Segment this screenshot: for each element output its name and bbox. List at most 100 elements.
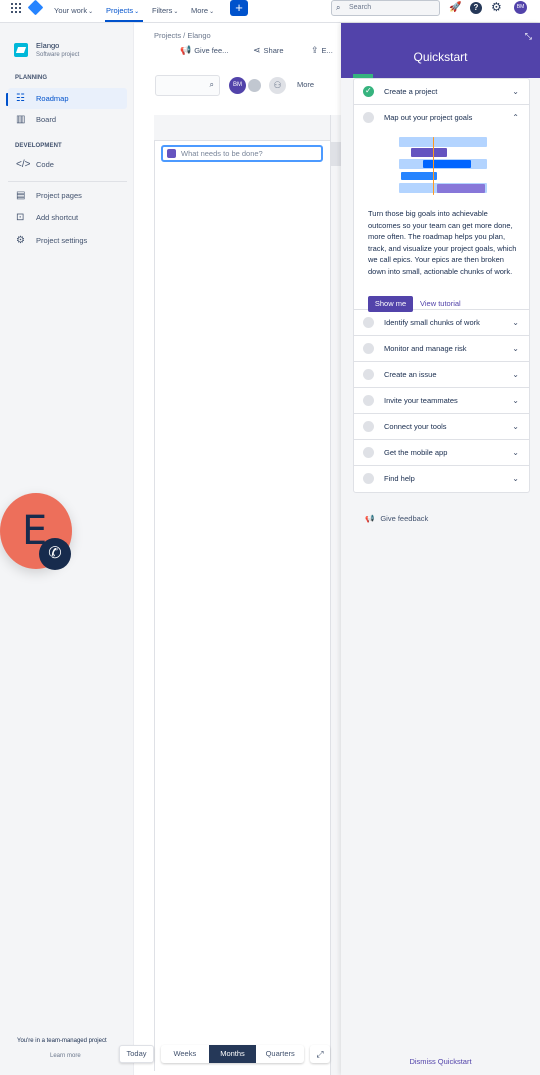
sidebar-divider [8, 181, 127, 182]
sidebar-item-label: Add shortcut [36, 213, 79, 222]
help-icon[interactable]: ? [470, 2, 482, 14]
give-feedback-label: Give feedback [380, 514, 429, 523]
add-people-icon[interactable]: ⚇ [269, 77, 286, 94]
notifications-icon[interactable]: 🚀 [449, 2, 461, 13]
export-button[interactable]: ⇪ E... [311, 45, 333, 56]
sidebar-item-code[interactable]: </> Code [8, 154, 127, 175]
give-feedback-link[interactable]: 📢 Give feedback [365, 514, 428, 523]
profile-avatar[interactable]: BM [514, 1, 527, 14]
gear-icon: ⚙ [16, 235, 25, 246]
give-feedback-button[interactable]: 📢 Give fee... [180, 45, 228, 56]
quickstart-checklist: Create a project ⌄ Map out your project … [353, 78, 530, 493]
check-pending-icon [363, 112, 374, 123]
project-name[interactable]: Elango [36, 41, 59, 50]
sidebar-item-label: Roadmap [36, 94, 69, 103]
sidebar-item-project-pages[interactable]: ▤ Project pages [8, 185, 127, 206]
search-placeholder: Search [349, 4, 372, 11]
chevron-down-icon: ⌄ [512, 370, 519, 379]
chevron-down-icon: ⌄ [512, 422, 519, 431]
sidebar-item-add-shortcut[interactable]: ⊡ Add shortcut [8, 207, 127, 228]
avatar-user-icon[interactable] [246, 77, 263, 94]
check-pending-icon [363, 421, 374, 432]
sidebar-item-roadmap[interactable]: ☷ Roadmap [8, 88, 127, 109]
nav-filters-label: Filters [152, 6, 173, 15]
check-pending-icon [363, 317, 374, 328]
avatar[interactable]: BM [229, 77, 246, 94]
chevron-down-icon: ⌄ [512, 448, 519, 457]
app-switcher-icon[interactable] [11, 3, 21, 13]
quickstart-item-find-help[interactable]: Find help ⌄ [354, 466, 529, 492]
quickstart-item-map-goals: Map out your project goals ⌃ Turn those … [354, 105, 529, 312]
jira-logo-icon[interactable] [27, 0, 44, 16]
sidebar-item-board[interactable]: ▥ Board [8, 109, 127, 130]
timescale-weeks[interactable]: Weeks [161, 1045, 209, 1063]
quickstart-item-label: Identify small chunks of work [384, 318, 480, 327]
nav-projects-label: Projects [106, 6, 134, 15]
nav-more-label: More [191, 6, 209, 15]
chevron-down-icon: ⌄ [512, 318, 519, 327]
quickstart-item-create-issue[interactable]: Create an issue ⌄ [354, 362, 529, 388]
quickstart-item-identify-work[interactable]: Identify small chunks of work ⌄ [354, 310, 529, 336]
nav-filters[interactable]: Filters⌄ [152, 4, 178, 18]
quickstart-panel: ⤡ Quickstart Create a project ⌄ Map out … [341, 23, 540, 1075]
export-icon: ⇪ [311, 45, 319, 55]
quickstart-item-label: Create a project [384, 87, 438, 96]
share-label: Share [263, 46, 284, 55]
timeline-row [331, 142, 341, 166]
quickstart-item-create-project[interactable]: Create a project ⌄ [354, 78, 529, 105]
development-heading: DEVELOPMENT [15, 143, 62, 149]
project-type: Software project [36, 52, 80, 58]
roadmap-search-input[interactable]: ⌕ [155, 75, 220, 96]
nav-projects[interactable]: Projects⌄ [106, 4, 139, 18]
search-icon: ⌕ [336, 3, 341, 12]
quickstart-header: ⤡ Quickstart [341, 23, 540, 78]
learn-more-link[interactable]: Learn more [50, 1053, 81, 1059]
settings-gear-icon[interactable]: ⚙ [491, 0, 502, 14]
nav-more[interactable]: More⌄ [191, 4, 214, 18]
check-pending-icon [363, 343, 374, 354]
sidebar-item-project-settings[interactable]: ⚙ Project settings [8, 230, 127, 251]
create-button[interactable]: + [230, 0, 248, 16]
quickstart-item-label: Monitor and manage risk [384, 344, 467, 353]
roadmap-grid [154, 115, 340, 1075]
timescale-months[interactable]: Months [208, 1045, 257, 1063]
export-label: E... [321, 46, 333, 55]
expand-icon[interactable]: ⤢ [310, 1045, 330, 1063]
create-epic-input[interactable]: What needs to be done? [161, 145, 323, 162]
share-button[interactable]: ⋖ Share [253, 45, 284, 56]
quickstart-item-header[interactable]: Map out your project goals ⌃ [354, 105, 529, 131]
roadmap-illustration [399, 137, 489, 197]
page-icon: ▤ [16, 190, 26, 201]
quickstart-item-monitor-risk[interactable]: Monitor and manage risk ⌄ [354, 336, 529, 362]
check-pending-icon [363, 473, 374, 484]
sidebar-item-label: Code [36, 160, 54, 169]
megaphone-icon: 📢 [180, 45, 192, 55]
nav-your-work[interactable]: Your work⌄ [54, 4, 93, 18]
phone-icon[interactable]: ✆ [39, 538, 71, 570]
roadmap-icon: ☷ [16, 93, 25, 104]
project-logo-icon [14, 43, 28, 57]
dismiss-quickstart-link[interactable]: Dismiss Quickstart [341, 1057, 540, 1066]
quickstart-item-label: Invite your teammates [384, 396, 458, 405]
timescale-quarters[interactable]: Quarters [256, 1045, 304, 1063]
breadcrumb[interactable]: Projects / Elango [154, 31, 211, 40]
quickstart-item-invite-teammates[interactable]: Invite your teammates ⌄ [354, 388, 529, 414]
board-icon: ▥ [16, 114, 26, 125]
quickstart-item-connect-tools[interactable]: Connect your tools ⌄ [354, 414, 529, 440]
sidebar-item-label: Board [36, 115, 57, 124]
timescale-selector: Weeks Months Quarters [161, 1045, 304, 1063]
quickstart-title: Quickstart [413, 50, 468, 64]
quickstart-item-label: Create an issue [384, 370, 437, 379]
collapse-icon[interactable]: ⤡ [525, 31, 532, 42]
check-done-icon [363, 78, 374, 104]
planning-heading: PLANNING [15, 75, 48, 81]
search-input[interactable]: ⌕ Search [331, 0, 440, 16]
give-feedback-label: Give fee... [194, 46, 229, 55]
megaphone-icon: 📢 [365, 514, 375, 523]
more-button[interactable]: More [297, 80, 314, 89]
check-pending-icon [363, 395, 374, 406]
sidebar-item-label: Project pages [36, 191, 82, 200]
quickstart-item-mobile-app[interactable]: Get the mobile app ⌄ [354, 440, 529, 466]
check-pending-icon [363, 447, 374, 458]
today-button[interactable]: Today [119, 1045, 154, 1063]
